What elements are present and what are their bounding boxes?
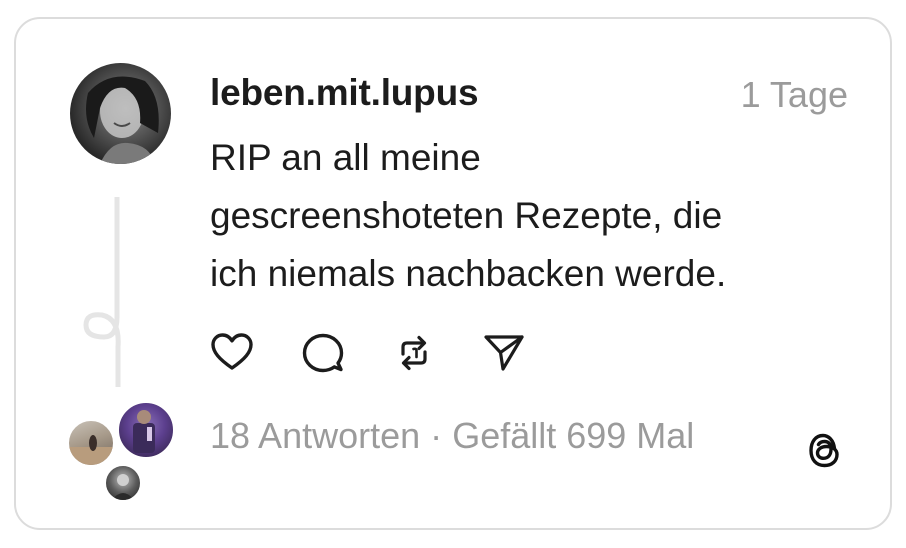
reply-avatar [103,463,143,503]
threads-logo-icon[interactable] [802,427,848,473]
share-button[interactable] [481,330,527,376]
reply-avatar-image [112,474,134,500]
author-avatar-image [86,76,159,164]
post-body: RIP an all meine gescreenshoteten Rezept… [210,129,850,303]
likes-count-link[interactable]: Gefällt 699 Mal [452,415,694,456]
repost-button[interactable] [391,330,437,376]
post-text-line: gescreenshoteten Rezepte, die [210,195,723,236]
post-stats: 18 Antworten · Gefällt 699 Mal [210,415,694,457]
reply-avatar [66,418,116,468]
heart-icon [211,333,253,370]
stats-separator: · [430,415,443,456]
author-avatar[interactable] [70,63,171,164]
send-paper-plane-icon [484,335,524,371]
reply-avatar-image [133,410,155,453]
replies-count-link[interactable]: 18 Antworten [210,415,420,456]
post-text-line: ich niemals nachbacken werde. [210,253,727,294]
reply-avatar [116,400,176,460]
like-button[interactable] [209,330,255,376]
comment-button[interactable] [300,330,346,376]
comment-bubble-icon [302,333,344,373]
post-text-line: RIP an all meine [210,137,481,178]
repost-icon [401,335,427,371]
reply-avatars-group[interactable] [66,400,178,503]
thread-connector-line [83,197,121,387]
author-username[interactable]: leben.mit.lupus [210,72,479,114]
post-timestamp[interactable]: 1 Tage [741,74,848,116]
reply-avatar-image [69,435,113,465]
